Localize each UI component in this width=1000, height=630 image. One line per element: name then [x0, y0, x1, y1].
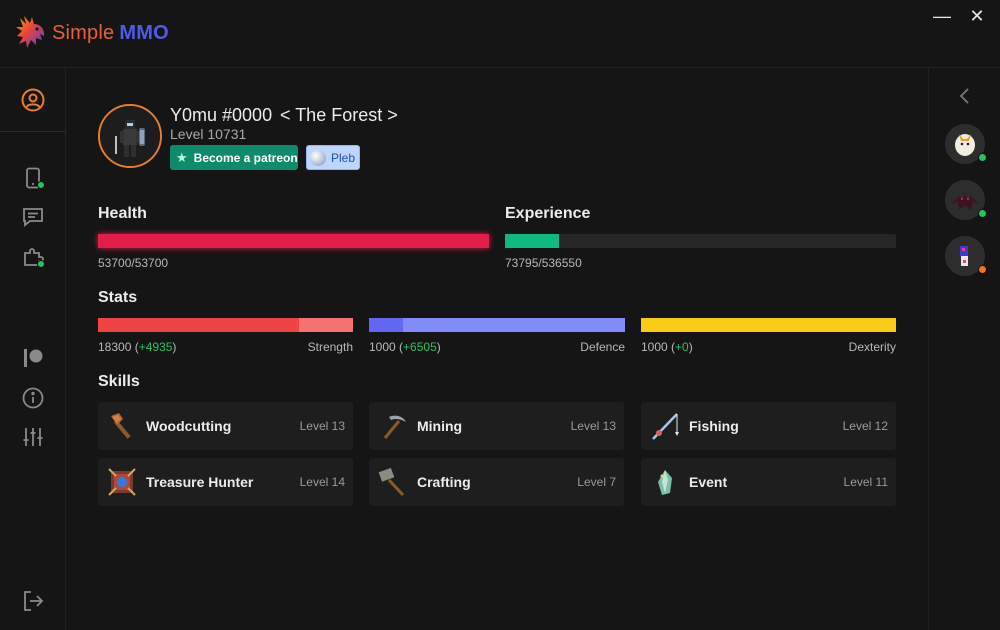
skill-name: Woodcutting	[146, 418, 232, 434]
skill-level: Level 13	[570, 419, 616, 433]
defence-bonus-fill	[369, 318, 625, 332]
friend-avatar-1[interactable]	[945, 124, 987, 164]
puzzle-icon[interactable]	[21, 245, 45, 269]
dragon-logo-icon	[16, 16, 45, 48]
strength-label: Strength	[307, 340, 353, 354]
strength-bonus: +4935	[138, 340, 173, 354]
online-status-dot	[978, 153, 987, 162]
online-dot	[37, 181, 45, 189]
patreon-icon[interactable]	[21, 346, 45, 370]
chevron-left-icon[interactable]	[957, 86, 973, 106]
profile-icon[interactable]	[21, 88, 45, 112]
skill-level: Level 14	[299, 475, 345, 489]
dexterity-bar	[641, 318, 896, 332]
chat-icon[interactable]	[21, 205, 45, 229]
logout-icon[interactable]	[21, 589, 45, 613]
skill-card-fishing[interactable]: Fishing Level 12	[641, 402, 896, 450]
axe-icon	[106, 410, 138, 442]
mobile-icon[interactable]	[21, 166, 45, 190]
online-dot	[37, 260, 45, 268]
dexterity-value: 1000 (+0)	[641, 340, 693, 354]
skill-card-crafting[interactable]: Crafting Level 7	[369, 458, 624, 506]
player-level: Level 10731	[170, 126, 247, 142]
player-avatar[interactable]	[98, 104, 162, 168]
dexterity-base-fill	[641, 318, 896, 332]
rank-badge-label: Pleb	[331, 150, 356, 165]
skill-card-treasure-hunter[interactable]: Treasure Hunter Level 14	[98, 458, 353, 506]
star-icon: ★	[176, 149, 188, 165]
away-status-dot	[978, 265, 987, 274]
player-location[interactable]: < The Forest >	[280, 105, 398, 126]
close-button[interactable]: ✕	[965, 6, 989, 26]
health-title: Health	[98, 205, 147, 222]
orb-icon	[310, 149, 326, 166]
defence-base-fill	[369, 318, 404, 332]
skill-level: Level 12	[842, 419, 888, 433]
skill-card-event[interactable]: Event Level 11	[641, 458, 896, 506]
title-bar: Simple MMO — ✕	[0, 0, 1000, 68]
app-name-mmo: MMO	[119, 21, 169, 44]
defence-value: 1000 (+6505)	[369, 340, 441, 354]
stats-title: Stats	[98, 289, 138, 306]
experience-bar	[505, 234, 896, 248]
friend-avatar-2[interactable]	[945, 180, 987, 220]
pickaxe-icon	[377, 410, 409, 442]
experience-title: Experience	[505, 205, 591, 222]
defence-bar	[369, 318, 625, 332]
friend-avatar-3[interactable]	[945, 236, 987, 276]
right-sidebar	[928, 68, 1000, 630]
strength-base-fill	[98, 318, 299, 332]
sliders-icon[interactable]	[21, 425, 45, 449]
health-value: 53700/53700	[98, 256, 169, 270]
skill-name: Event	[689, 474, 728, 490]
experience-bar-fill	[505, 234, 559, 248]
defence-bonus: +6505	[403, 340, 437, 354]
crystal-icon	[649, 466, 681, 498]
dexterity-label: Dexterity	[848, 340, 896, 354]
strength-value: 18300 (+4935)	[98, 340, 177, 354]
skill-name: Mining	[417, 418, 463, 434]
rank-badge: Pleb	[306, 145, 360, 170]
fishing-rod-icon	[649, 410, 681, 442]
info-icon[interactable]	[21, 386, 45, 410]
skill-level: Level 13	[299, 419, 345, 433]
online-status-dot	[978, 209, 987, 218]
player-name: Y0mu #0000	[170, 105, 273, 125]
skill-name: Crafting	[417, 474, 471, 490]
app-name-simple: Simple	[52, 21, 115, 44]
minimize-button[interactable]: —	[930, 6, 954, 26]
become-patreon-button[interactable]: ★ Become a patreon	[170, 145, 298, 170]
skill-name: Treasure Hunter	[146, 474, 254, 490]
skill-card-woodcutting[interactable]: Woodcutting Level 13	[98, 402, 353, 450]
skills-title: Skills	[98, 373, 140, 390]
health-bar	[98, 234, 489, 248]
experience-value: 73795/536550	[505, 256, 582, 270]
hammer-icon	[377, 466, 409, 498]
strength-bar	[98, 318, 353, 332]
health-bar-fill	[98, 234, 489, 248]
skill-level: Level 11	[843, 475, 888, 489]
profile-nav-wrap	[0, 68, 66, 132]
left-sidebar	[0, 68, 66, 630]
main-content: Y0mu #0000 < The Forest > Level 10731 ★ …	[67, 69, 928, 630]
skill-level: Level 7	[577, 475, 616, 489]
skill-card-mining[interactable]: Mining Level 13	[369, 402, 624, 450]
become-patreon-label: Become a patreon	[193, 150, 298, 165]
treasure-map-icon	[106, 466, 138, 498]
app-logo: Simple MMO	[14, 14, 169, 52]
dexterity-bonus: +0	[675, 340, 689, 354]
skill-name: Fishing	[689, 418, 739, 434]
defence-label: Defence	[580, 340, 625, 354]
